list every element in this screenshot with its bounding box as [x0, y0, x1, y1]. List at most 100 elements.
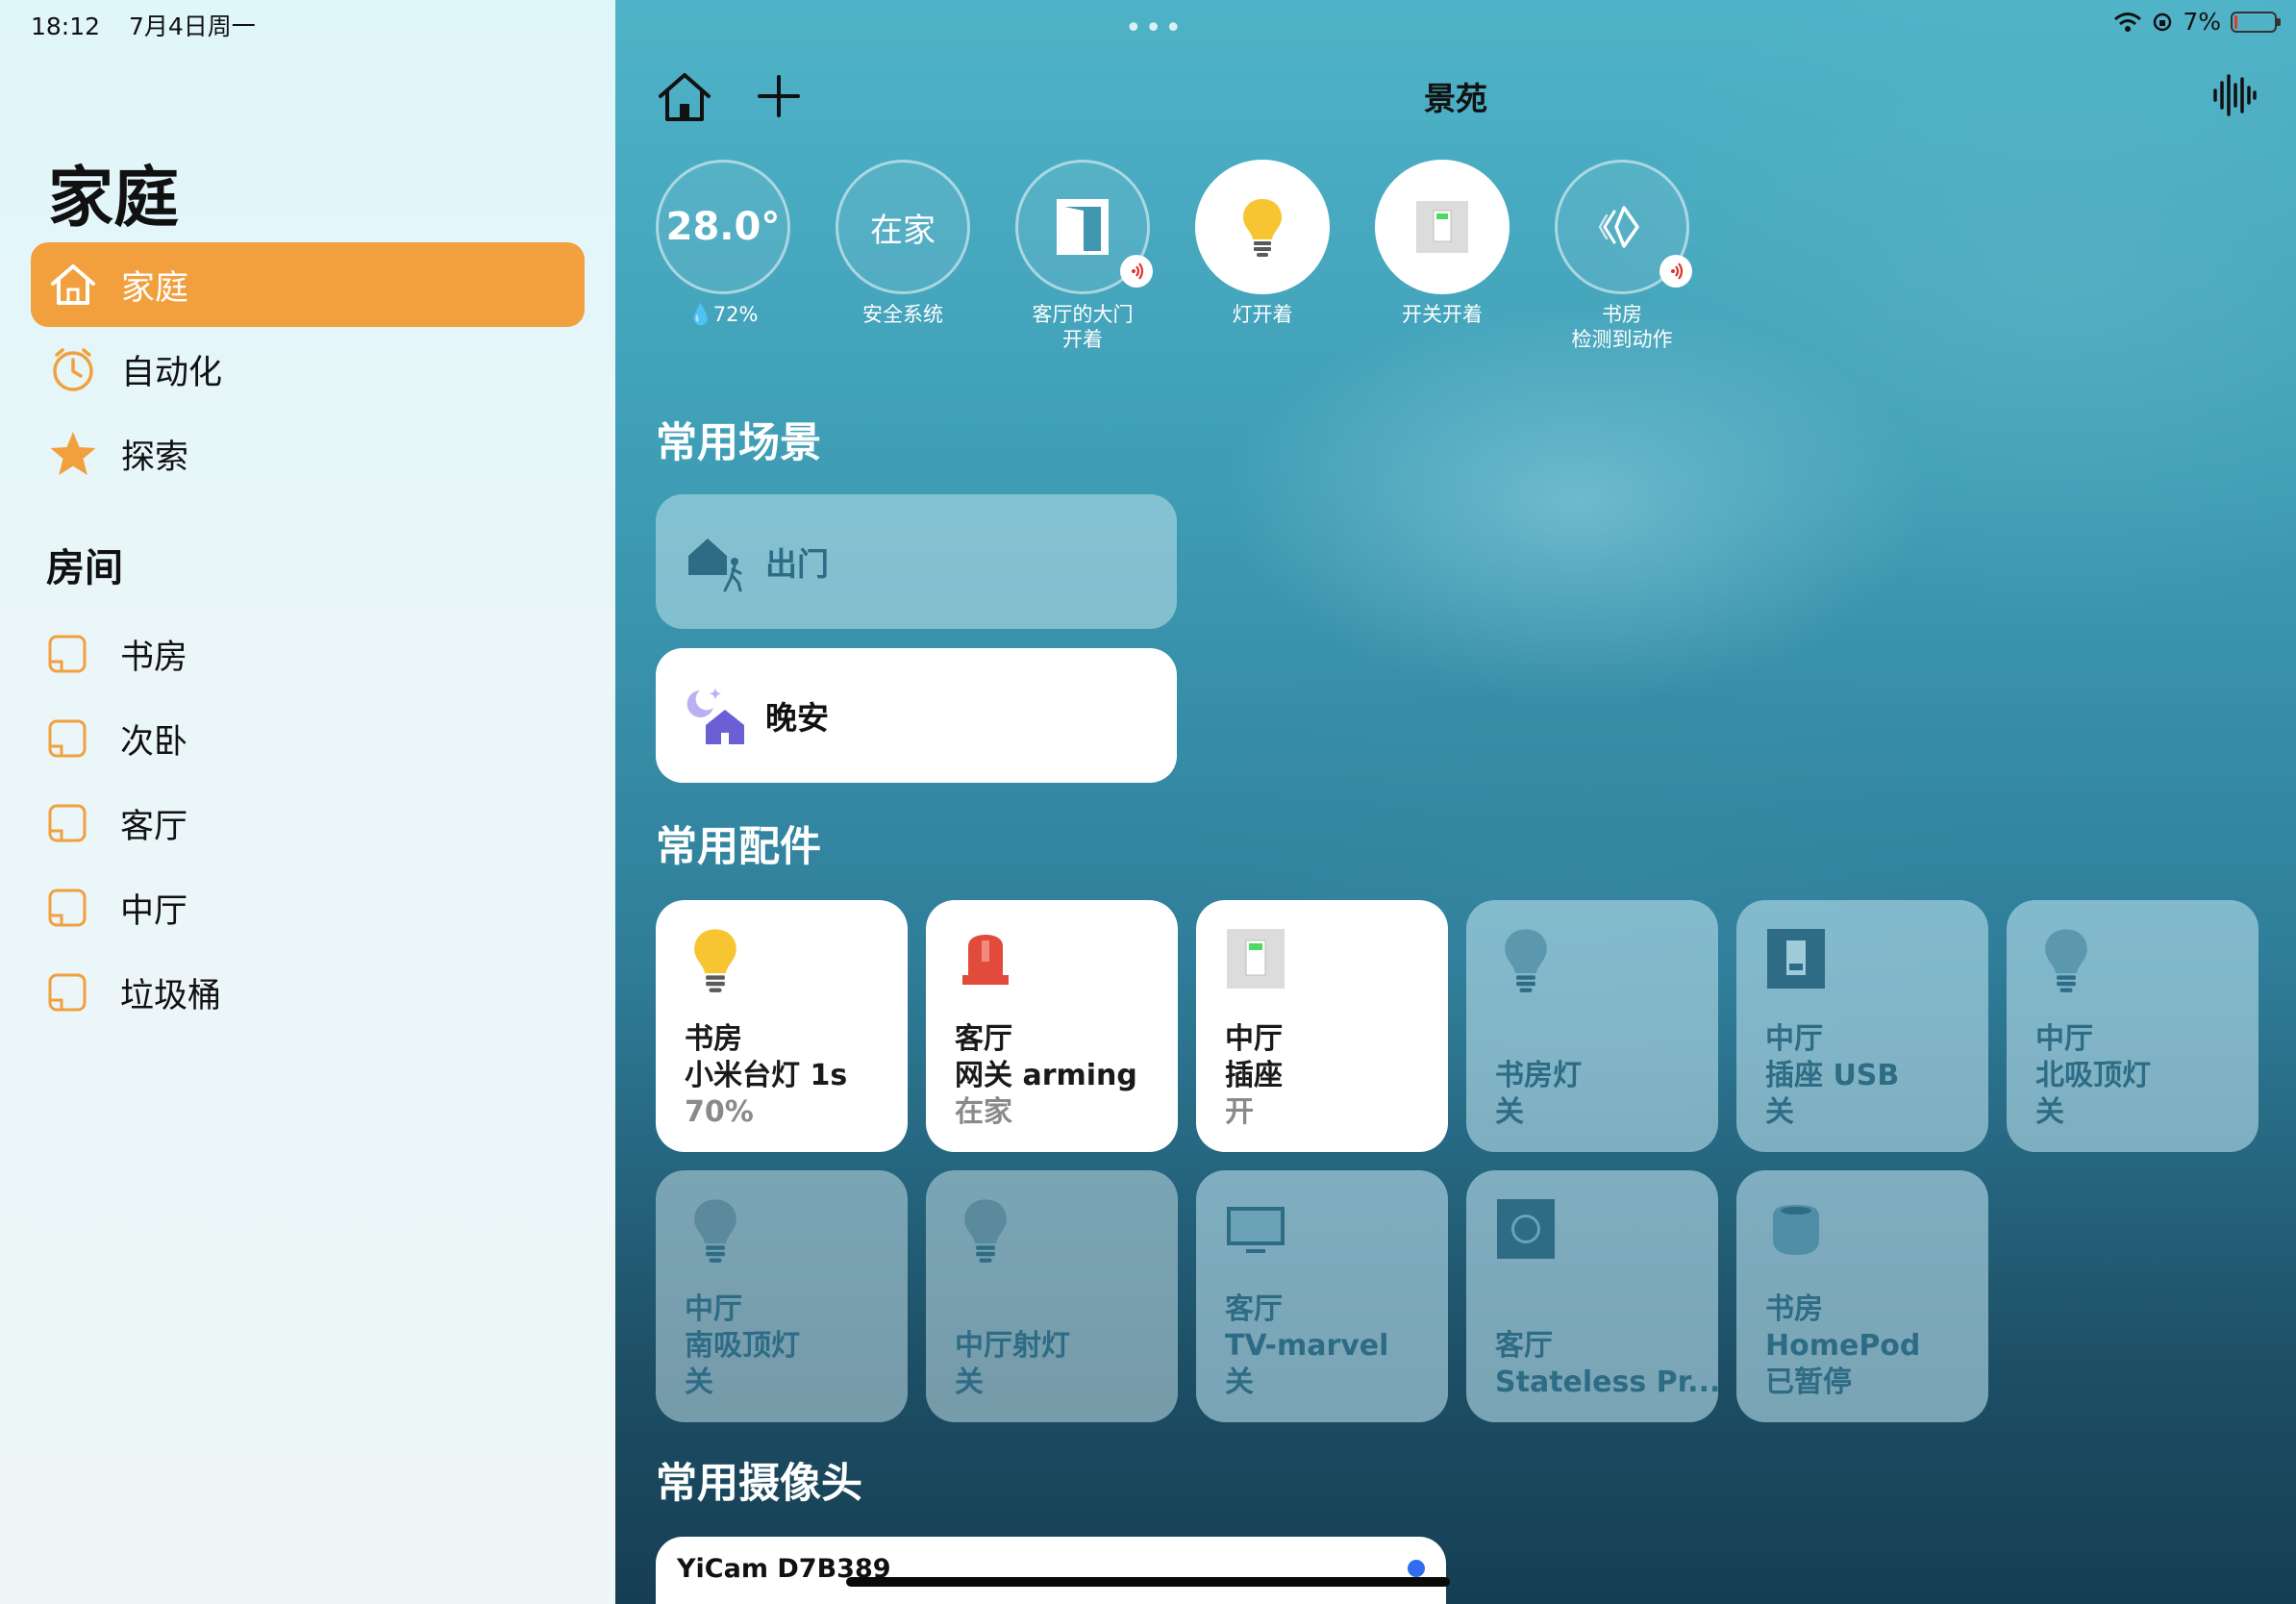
- security-caption: 安全系统: [862, 303, 943, 326]
- status-lights[interactable]: 灯开着: [1173, 160, 1352, 327]
- status-switches[interactable]: 开关开着: [1353, 160, 1532, 327]
- accessory-tile-study-homepod[interactable]: 书房 HomePod 已暂停: [1736, 1170, 1988, 1422]
- scene-good-night[interactable]: 晚安: [656, 648, 1177, 783]
- home-title: 景苑: [1424, 80, 1487, 117]
- accessory-tile-study-lamp[interactable]: 书房 小米台灯 1s 70%: [656, 900, 908, 1152]
- wifi-icon: [2114, 12, 2142, 32]
- homepod-icon: [1773, 1205, 1819, 1255]
- scene-label: 出门: [765, 545, 829, 583]
- accessory-status: 关: [1225, 1366, 1254, 1399]
- status-circle: [1015, 160, 1153, 294]
- accessory-status: 开: [1225, 1095, 1254, 1129]
- room-label: 书房: [120, 638, 188, 677]
- door-icon: [1057, 199, 1109, 255]
- accessory-text: 客厅 网关 arming 在家: [955, 1021, 1137, 1131]
- accessory-tile-hall-south-light[interactable]: 中厅 南吸顶灯 关: [656, 1170, 908, 1422]
- accessory-status: 已暂停: [1765, 1366, 1852, 1399]
- accessory-text: 书房灯 关: [1495, 1058, 1582, 1131]
- room-icon: [48, 804, 87, 842]
- accessory-tile-hall-spotlight[interactable]: 中厅射灯 关: [926, 1170, 1178, 1422]
- humidity-caption: 💧72%: [687, 303, 759, 326]
- switch-icon: [1767, 929, 1825, 989]
- orientation-lock-icon: [2154, 13, 2172, 31]
- status-bar-left: 18:12 7月4日周一: [31, 8, 277, 42]
- accessory-tile-living-speaker[interactable]: 客厅 Stateless Pr...: [1466, 1170, 1718, 1422]
- sidebar-room-study[interactable]: 书房: [46, 623, 187, 685]
- accessory-room: 中厅: [1225, 1022, 1283, 1056]
- accessory-room: 客厅: [1225, 1292, 1283, 1326]
- sidebar-room-bedroom[interactable]: 次卧: [46, 708, 187, 769]
- accessory-name: 书房灯: [1495, 1059, 1582, 1092]
- good-night-icon: [686, 689, 744, 744]
- accessory-status: 在家: [955, 1095, 1012, 1129]
- accessory-text: 中厅射灯 关: [955, 1328, 1070, 1401]
- accessory-name: 网关 arming: [955, 1059, 1137, 1092]
- speaker-icon: [1497, 1199, 1555, 1259]
- motion-icon: [1598, 206, 1639, 248]
- camera-card[interactable]: YiCam D7B389: [656, 1537, 1446, 1604]
- room-icon: [48, 889, 87, 927]
- accessory-status: 70%: [685, 1095, 754, 1129]
- sidebar-title: 家庭: [48, 161, 180, 237]
- alert-badge-icon: [1120, 255, 1153, 288]
- accessory-room: 书房: [1765, 1292, 1823, 1326]
- switch-icon: [1416, 201, 1468, 253]
- status-security[interactable]: 在家 安全系统: [813, 160, 992, 327]
- accessory-status: 关: [955, 1366, 984, 1399]
- scene-label: 晚安: [765, 699, 829, 737]
- accessory-text: 中厅 北吸顶灯 关: [2035, 1021, 2151, 1131]
- main-content: ••• 7% 景苑 28.0° 💧72% 在家 安全系统 客厅的大门 开着 灯开…: [615, 0, 2296, 1604]
- section-title-scenes: 常用场景: [656, 419, 821, 467]
- status-circle: 在家: [836, 160, 970, 294]
- status-motion[interactable]: 书房 检测到动作: [1533, 160, 1711, 352]
- sidebar: 18:12 7月4日周一 家庭 家庭 自动化 探索 房间 书房 次卧 客厅 中厅: [0, 0, 615, 1604]
- temperature-value: 28.0°: [665, 205, 781, 249]
- sidebar-item-label: 自动化: [121, 353, 223, 392]
- accessory-tile-hall-usb[interactable]: 中厅 插座 USB 关: [1736, 900, 1988, 1152]
- voice-waveform-icon[interactable]: [2209, 71, 2258, 119]
- accessory-tile-study-light[interactable]: 书房灯 关: [1466, 900, 1718, 1152]
- security-state: 在家: [870, 211, 936, 250]
- accessory-text: 书房 小米台灯 1s 70%: [685, 1021, 847, 1131]
- multitasking-dots-icon[interactable]: •••: [1125, 12, 1185, 45]
- bulb-icon: [964, 1199, 1007, 1263]
- status-circle: [1555, 160, 1692, 294]
- lights-caption: 灯开着: [1232, 303, 1293, 326]
- bulb-icon: [1505, 929, 1547, 992]
- accessory-text: 客厅 Stateless Pr...: [1495, 1328, 1718, 1401]
- tv-icon: [1227, 1207, 1285, 1253]
- accessory-room: 客厅: [1495, 1329, 1553, 1363]
- accessory-tile-gateway[interactable]: 客厅 网关 arming 在家: [926, 900, 1178, 1152]
- bulb-icon: [694, 1199, 736, 1263]
- switch-icon: [1227, 929, 1285, 989]
- status-door[interactable]: 客厅的大门 开着: [993, 160, 1172, 352]
- accessory-tile-hall-north-light[interactable]: 中厅 北吸顶灯 关: [2007, 900, 2259, 1152]
- section-title-accessories: 常用配件: [656, 823, 821, 871]
- section-title-cameras: 常用摄像头: [656, 1460, 862, 1508]
- sidebar-item-home[interactable]: 家庭: [31, 242, 585, 327]
- scene-leave-home[interactable]: 出门: [656, 494, 1177, 629]
- home-indicator[interactable]: [846, 1577, 1450, 1587]
- status-circle: [1375, 160, 1510, 294]
- alert-badge-icon: [1660, 255, 1692, 288]
- accessory-name: HomePod: [1765, 1329, 1921, 1363]
- accessory-tile-living-tv[interactable]: 客厅 TV-marvel 关: [1196, 1170, 1448, 1422]
- room-icon: [48, 719, 87, 758]
- sidebar-room-living[interactable]: 客厅: [46, 792, 187, 854]
- status-climate[interactable]: 28.0° 💧72%: [634, 160, 812, 327]
- accessory-name: TV-marvel: [1225, 1329, 1389, 1363]
- accessory-tile-hall-socket[interactable]: 中厅 插座 开: [1196, 900, 1448, 1152]
- accessory-status: 关: [1765, 1095, 1794, 1129]
- accessory-room: 书房: [685, 1022, 742, 1056]
- accessory-text: 中厅 插座 开: [1225, 1021, 1283, 1131]
- sidebar-room-hall[interactable]: 中厅: [46, 877, 187, 939]
- sidebar-room-trash[interactable]: 垃圾桶: [46, 962, 221, 1023]
- accessory-text: 中厅 南吸顶灯 关: [685, 1291, 800, 1401]
- status-circle: 28.0°: [656, 160, 790, 294]
- sidebar-item-automation[interactable]: 自动化: [31, 327, 585, 412]
- rooms-section-title: 房间: [46, 546, 123, 590]
- sidebar-item-label: 家庭: [121, 268, 189, 308]
- accessory-text: 客厅 TV-marvel 关: [1225, 1291, 1388, 1401]
- accessory-room: 中厅: [1765, 1022, 1823, 1056]
- sidebar-item-discover[interactable]: 探索: [31, 412, 585, 496]
